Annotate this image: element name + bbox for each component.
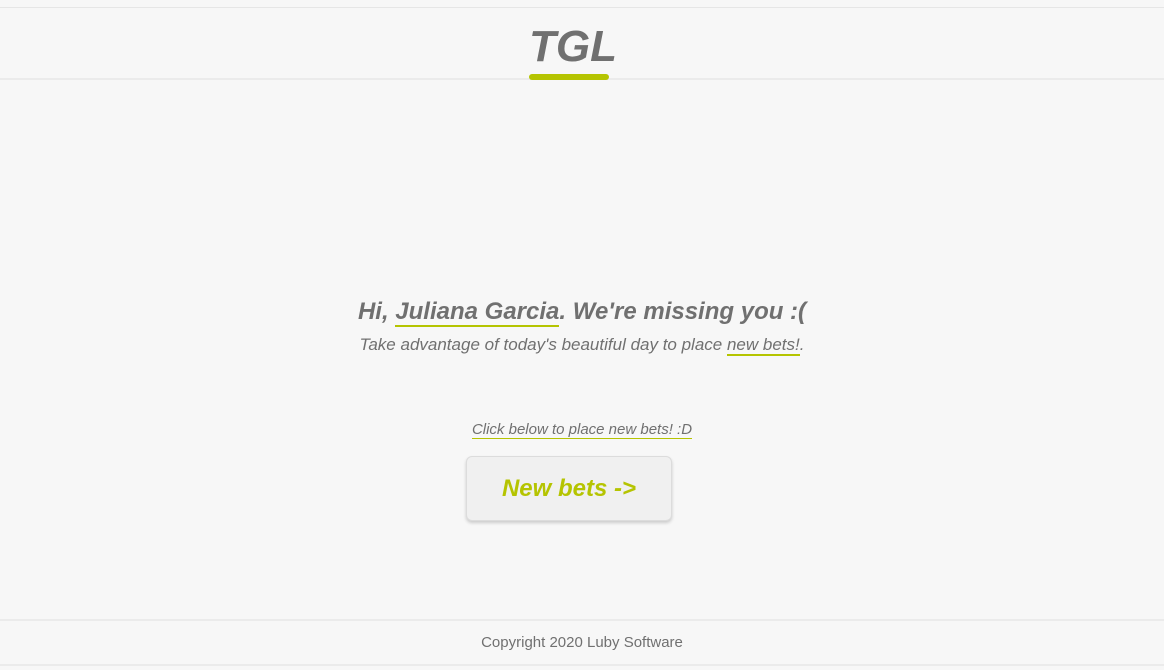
page: TGL Hi, Juliana Garcia. We're missing yo… [0, 0, 1164, 670]
subtext-suffix: . [799, 335, 805, 354]
logo[interactable]: TGL [529, 22, 617, 72]
subtext-prefix: Take advantage of today's beautiful day … [359, 335, 727, 354]
new-bets-link[interactable]: new bets! [726, 335, 800, 356]
logo-underline [529, 74, 609, 80]
new-bets-button[interactable]: New bets -> [466, 456, 672, 521]
click-below-link[interactable]: Click below to place new bets! :D [471, 421, 693, 439]
greeting-suffix: . We're missing you :( [559, 298, 807, 325]
greeting-heading: Hi, Juliana Garcia. We're missing you :( [0, 296, 1164, 328]
click-below-hint: Click below to place new bets! :D [0, 420, 1164, 440]
copyright-text: Copyright 2020 Luby Software [481, 634, 683, 651]
user-name-link[interactable]: Juliana Garcia [395, 298, 560, 327]
header: TGL [0, 8, 1164, 80]
greeting-prefix: Hi, [357, 298, 396, 325]
footer: Copyright 2020 Luby Software [0, 619, 1164, 666]
greeting-subtext: Take advantage of today's beautiful day … [0, 334, 1164, 356]
